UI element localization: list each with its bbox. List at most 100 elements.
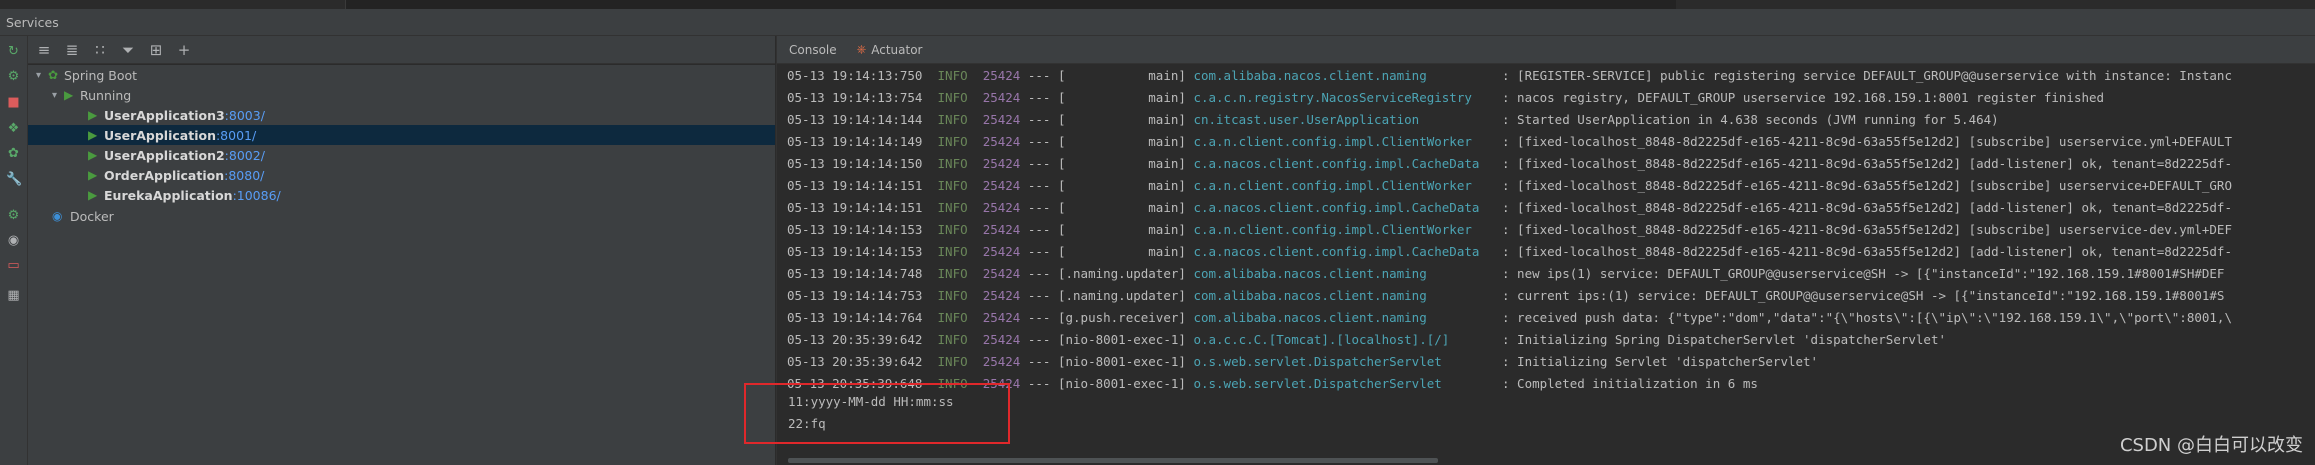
editor-top-strip: [0, 0, 2315, 9]
log-pid: 25424: [982, 288, 1021, 303]
log-line: 05-13 19:14:13:754 INFO 25424 --- [ main…: [787, 87, 2104, 109]
log-line: 05-13 19:14:14:149 INFO 25424 --- [ main…: [787, 131, 2232, 153]
app-port-link[interactable]: :8002/: [225, 148, 265, 163]
deploy-icon[interactable]: ❖: [6, 121, 21, 136]
log-timestamp: 05-13 19:14:14:753: [787, 288, 923, 303]
log-pid: 25424: [982, 178, 1021, 193]
debug-icon[interactable]: ⚙: [6, 69, 21, 84]
log-thread: --- [ main]: [1020, 200, 1194, 215]
tab-console-label: Console: [789, 42, 837, 57]
log-timestamp: 05-13 19:14:14:153: [787, 244, 923, 259]
log-message: : Initializing Servlet 'dispatcherServle…: [1494, 354, 1819, 369]
log-pid: 25424: [982, 332, 1021, 347]
docker-icon: ◉: [52, 209, 63, 223]
stop-icon[interactable]: ■: [6, 95, 21, 110]
log-logger: com.alibaba.nacos.client.naming: [1193, 266, 1495, 281]
log-timestamp: 05-13 19:14:14:153: [787, 222, 923, 237]
log-logger: com.alibaba.nacos.client.naming: [1193, 68, 1495, 83]
run-icon: ▶: [88, 108, 98, 122]
log-line: 05-13 19:14:14:151 INFO 25424 --- [ main…: [787, 197, 2232, 219]
log-logger: o.s.web.servlet.DispatcherServlet: [1193, 354, 1495, 369]
tree-node-app[interactable]: ▶ UserApplication2 :8002/: [88, 145, 265, 165]
restore-icon[interactable]: ⚙: [6, 208, 21, 223]
expand-all-icon[interactable]: ≡: [36, 41, 52, 59]
app-name: EurekaApplication: [104, 187, 233, 203]
log-pid: 25424: [982, 222, 1021, 237]
log-logger: c.a.c.n.registry.NacosServiceRegistry: [1193, 90, 1495, 105]
collapse-all-icon[interactable]: ≣: [64, 41, 80, 59]
filter-icon[interactable]: ⏷: [120, 41, 136, 59]
settings-icon[interactable]: 🔧: [6, 172, 22, 187]
log-level: INFO: [937, 112, 968, 127]
log-message: : Initializing Spring DispatcherServlet …: [1494, 332, 1947, 347]
log-logger: cn.itcast.user.UserApplication: [1193, 112, 1495, 127]
spring-icon[interactable]: ✿: [6, 146, 21, 161]
log-pid: 25424: [982, 354, 1021, 369]
log-message: : current ips:(1) service: DEFAULT_GROUP…: [1494, 288, 2225, 303]
tab-actuator-label: Actuator: [871, 42, 923, 57]
horizontal-scrollbar[interactable]: [788, 458, 1438, 463]
log-logger: com.alibaba.nacos.client.naming: [1193, 310, 1495, 325]
log-thread: --- [ main]: [1020, 112, 1194, 127]
tree-node-running[interactable]: ▾ ▶ Running: [52, 85, 131, 105]
log-level: INFO: [937, 222, 968, 237]
log-line: 05-13 20:35:39:642 INFO 25424 --- [nio-8…: [787, 329, 1946, 351]
tree-node-app[interactable]: ▶ OrderApplication :8080/: [88, 165, 264, 185]
log-timestamp: 05-13 19:14:13:754: [787, 90, 923, 105]
log-message: : [fixed-localhost_8848-8d2225df-e165-42…: [1494, 134, 2232, 149]
log-timestamp: 05-13 19:14:14:764: [787, 310, 923, 325]
app-name: UserApplication2: [104, 147, 225, 163]
watermark: CSDN @白白可以改变: [2119, 435, 2303, 456]
log-message: : [fixed-localhost_8848-8d2225df-e165-42…: [1494, 244, 2232, 259]
log-pid: 25424: [982, 310, 1021, 325]
log-level: INFO: [937, 134, 968, 149]
log-level: INFO: [937, 266, 968, 281]
log-message: : [fixed-localhost_8848-8d2225df-e165-42…: [1494, 156, 2232, 171]
log-line: 05-13 20:35:39:642 INFO 25424 --- [nio-8…: [787, 351, 1818, 373]
tab-actuator[interactable]: ⎈ Actuator: [857, 42, 923, 57]
tree-node-spring-boot[interactable]: ▾ ✿ Spring Boot: [36, 65, 137, 85]
chevron-down-icon[interactable]: ▾: [36, 70, 48, 81]
add-service-icon[interactable]: +: [176, 41, 192, 59]
screenshot-icon[interactable]: ◉: [6, 233, 21, 248]
log-timestamp: 05-13 20:35:39:642: [787, 354, 923, 369]
tree-node-app[interactable]: ▶ EurekaApplication :10086/: [88, 185, 281, 205]
tab-console[interactable]: Console: [789, 43, 837, 57]
log-level: INFO: [937, 90, 968, 105]
tree-node-app[interactable]: ▶ UserApplication :8001/: [28, 125, 775, 145]
log-thread: --- [.naming.updater]: [1020, 266, 1194, 281]
spring-boot-label: Spring Boot: [64, 67, 138, 83]
app-port-link[interactable]: :8003/: [225, 108, 265, 123]
chevron-down-icon[interactable]: ▾: [52, 90, 64, 101]
log-pid: 25424: [982, 244, 1021, 259]
log-logger: c.a.n.client.config.impl.ClientWorker: [1193, 178, 1495, 193]
app-port-link[interactable]: :10086/: [233, 188, 281, 203]
log-logger: o.s.web.servlet.DispatcherServlet: [1193, 376, 1495, 391]
output-line: 22:fq: [788, 416, 826, 431]
log-thread: --- [nio-8001-exec-1]: [1020, 332, 1194, 347]
tree-node-docker[interactable]: ◉ Docker: [52, 206, 114, 226]
log-thread: --- [nio-8001-exec-1]: [1020, 376, 1194, 391]
app-port-link[interactable]: :8001/: [216, 128, 256, 143]
log-line: 05-13 19:14:14:153 INFO 25424 --- [ main…: [787, 219, 2232, 241]
group-by-icon[interactable]: ∷: [92, 41, 108, 59]
services-tree: ▾ ✿ Spring Boot ▾ ▶ Running ▶ UserApplic…: [28, 65, 775, 465]
run-icon: ▶: [64, 88, 74, 102]
new-tab-icon[interactable]: ⊞: [148, 41, 164, 59]
log-pid: 25424: [982, 200, 1021, 215]
running-label: Running: [80, 87, 132, 103]
app-port-link[interactable]: :8080/: [224, 168, 264, 183]
log-thread: --- [.naming.updater]: [1020, 288, 1194, 303]
log-thread: --- [ main]: [1020, 222, 1194, 237]
layout-icon[interactable]: ▦: [6, 288, 21, 303]
run-icon: ▶: [88, 128, 98, 142]
rerun-icon[interactable]: ↻: [6, 44, 21, 59]
log-level: INFO: [937, 332, 968, 347]
log-pid: 25424: [982, 68, 1021, 83]
exit-icon[interactable]: ▭: [6, 258, 21, 273]
tree-node-app[interactable]: ▶ UserApplication3 :8003/: [88, 105, 265, 125]
log-line: 05-13 19:14:14:151 INFO 25424 --- [ main…: [787, 175, 2232, 197]
log-timestamp: 05-13 19:14:14:149: [787, 134, 923, 149]
log-level: INFO: [937, 310, 968, 325]
log-thread: --- [ main]: [1020, 90, 1194, 105]
